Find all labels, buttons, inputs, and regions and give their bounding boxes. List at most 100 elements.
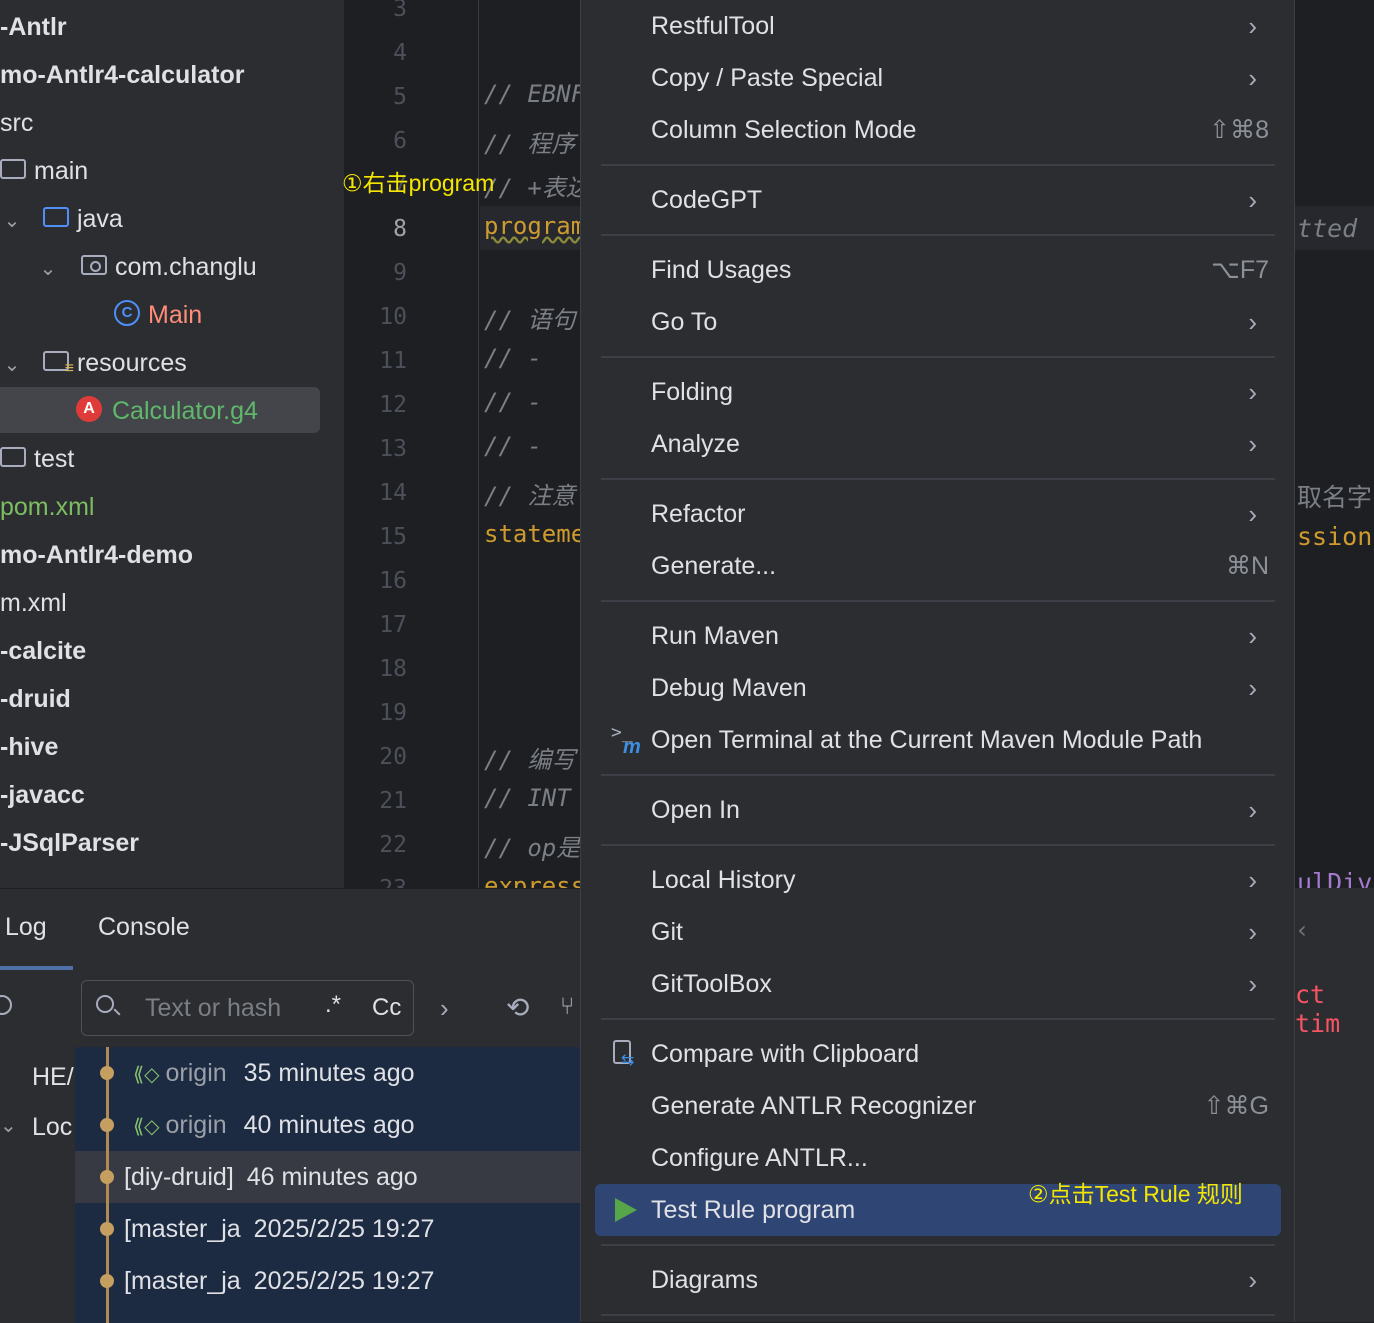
chevron-down-icon[interactable]: ⌄ bbox=[36, 245, 60, 293]
chevron-left-icon[interactable]: ‹ bbox=[1295, 916, 1309, 944]
tree-item-druid[interactable]: -druid bbox=[0, 675, 71, 723]
git-log-panel: Log Console Text or hash .* Cc › ⟲ ⑂ HE/… bbox=[0, 888, 580, 1323]
menu-item-label: Local History bbox=[651, 866, 796, 894]
menu-item-git[interactable]: Git › bbox=[595, 906, 1281, 958]
code-comment[interactable]: // - bbox=[484, 344, 542, 372]
tree-item-xml[interactable]: m.xml bbox=[0, 579, 67, 627]
tree-item-jsqlparser[interactable]: -JSqlParser bbox=[0, 819, 139, 867]
branch-local[interactable]: Loc bbox=[32, 1113, 72, 1142]
tree-item-main[interactable]: main bbox=[0, 147, 88, 195]
branch-icon[interactable]: ⑂ bbox=[560, 993, 574, 1021]
code-comment[interactable]: // +表达 bbox=[484, 168, 580, 203]
menu-item-generate[interactable]: Generate... ⌘N bbox=[595, 540, 1281, 592]
menu-item-analyze[interactable]: Analyze › bbox=[595, 418, 1281, 470]
menu-item-diagrams[interactable]: Diagrams › bbox=[595, 1254, 1281, 1306]
menu-item-restfultool[interactable]: RestfulTool › bbox=[595, 0, 1281, 52]
tree-item-antlr[interactable]: -Antlr bbox=[0, 3, 67, 51]
menu-item-column-selection-mode[interactable]: Column Selection Mode ⇧⌘8 bbox=[595, 104, 1281, 156]
menu-item-local-history[interactable]: Local History › bbox=[595, 854, 1281, 906]
tree-item-java[interactable]: ⌄ java bbox=[0, 195, 123, 243]
log-search-field[interactable]: Text or hash .* Cc bbox=[81, 980, 414, 1036]
menu-item-go-to[interactable]: Go To › bbox=[595, 296, 1281, 348]
code-rule[interactable]: express bbox=[484, 872, 580, 888]
menu-separator bbox=[601, 478, 1275, 480]
refresh-icon[interactable]: ⟲ bbox=[506, 991, 529, 1024]
chevron-right-icon: › bbox=[1248, 377, 1257, 407]
commit-row[interactable]: [diy-druid] 46 minutes ago bbox=[75, 1151, 580, 1203]
tree-item-antlr4-demo[interactable]: mo-Antlr4-demo bbox=[0, 531, 193, 579]
resources-folder-icon bbox=[42, 351, 74, 377]
menu-item-open-in[interactable]: Open In › bbox=[595, 784, 1281, 836]
line-number: 11 bbox=[379, 348, 407, 374]
regex-toggle[interactable]: .* bbox=[325, 991, 341, 1019]
menu-item-compare-with-clipboard[interactable]: Compare with Clipboard ⇆ bbox=[595, 1028, 1281, 1080]
code-comment[interactable]: // 程序 bbox=[484, 124, 575, 159]
menu-item-folding[interactable]: Folding › bbox=[595, 366, 1281, 418]
code-editor[interactable]: // EBNF // 程序 // +表达 program // 语句 // - // - //… bbox=[480, 0, 580, 888]
code-comment[interactable]: // INT bbox=[484, 784, 571, 812]
menu-separator bbox=[601, 234, 1275, 236]
tab-log[interactable]: Log bbox=[5, 913, 47, 942]
commit-row[interactable]: [master_ja 2025/2/25 19:27 bbox=[75, 1203, 580, 1255]
menu-item-label: Go To bbox=[651, 308, 718, 336]
code-comment[interactable]: // - bbox=[484, 388, 542, 416]
code-comment[interactable]: // - bbox=[484, 432, 542, 460]
menu-item-copy-paste-special[interactable]: Copy / Paste Special › bbox=[595, 52, 1281, 104]
tree-item-package[interactable]: ⌄ com.changlu bbox=[36, 243, 257, 291]
editor-right-fragment: tted 取名字 ssion ulDiv ‹ ct tim bbox=[1295, 0, 1374, 1322]
chevron-down-icon[interactable]: ⌄ bbox=[0, 1113, 17, 1138]
menu-item-codegpt[interactable]: CodeGPT › bbox=[595, 174, 1281, 226]
code-rule[interactable]: statement bbox=[484, 520, 580, 548]
menu-item-label: Open Terminal at the Current Maven Modul… bbox=[651, 726, 1203, 754]
code-rule[interactable]: program bbox=[484, 212, 580, 240]
active-tab-indicator bbox=[0, 966, 73, 970]
tree-item-pom[interactable]: pom.xml bbox=[0, 483, 94, 531]
tree-item-antlr4-calculator[interactable]: mo-Antlr4-calculator bbox=[0, 51, 244, 99]
tree-item-test[interactable]: test bbox=[0, 435, 74, 483]
branch-head[interactable]: HE/ bbox=[32, 1063, 74, 1092]
match-case-toggle[interactable]: Cc bbox=[372, 994, 401, 1022]
menu-item-label: Analyze bbox=[651, 430, 740, 458]
menu-item-find-usages[interactable]: Find Usages ⌥F7 bbox=[595, 244, 1281, 296]
tree-item-hive[interactable]: -hive bbox=[0, 723, 58, 771]
line-number: 21 bbox=[379, 788, 407, 814]
commit-node bbox=[100, 1066, 114, 1080]
package-icon bbox=[80, 255, 107, 276]
menu-item-debug-maven[interactable]: Debug Maven › bbox=[595, 662, 1281, 714]
tree-item-javacc[interactable]: -javacc bbox=[0, 771, 85, 819]
menu-separator bbox=[601, 1314, 1275, 1316]
code-comment[interactable]: // 注意 bbox=[484, 476, 575, 511]
code-comment[interactable]: // op是 bbox=[484, 828, 580, 863]
chevron-down-icon[interactable]: ⌄ bbox=[0, 197, 24, 245]
chevron-right-icon: › bbox=[1248, 499, 1257, 529]
menu-item-run-maven[interactable]: Run Maven › bbox=[595, 610, 1281, 662]
menu-item-refactor[interactable]: Refactor › bbox=[595, 488, 1281, 540]
tree-item-resources[interactable]: ⌄ resources bbox=[0, 339, 187, 387]
line-number: 15 bbox=[379, 524, 407, 550]
search-icon[interactable] bbox=[0, 995, 12, 1015]
tree-item-calcite[interactable]: -calcite bbox=[0, 627, 86, 675]
tab-console[interactable]: Console bbox=[98, 913, 190, 942]
tree-item-main-class[interactable]: C Main bbox=[114, 291, 202, 339]
chevron-down-icon[interactable]: ⌄ bbox=[0, 341, 24, 389]
menu-separator bbox=[601, 600, 1275, 602]
code-comment[interactable]: // 语句 bbox=[484, 300, 575, 335]
panel-background bbox=[1295, 888, 1374, 1322]
commit-row[interactable]: ⟪◇ origin 40 minutes ago bbox=[75, 1099, 580, 1151]
menu-item-label: Refactor bbox=[651, 500, 746, 528]
chevron-right-icon: › bbox=[1248, 429, 1257, 459]
menu-item-generate-antlr-recognizer[interactable]: Generate ANTLR Recognizer ⇧⌘G bbox=[595, 1080, 1281, 1132]
context-menu: RestfulTool › Copy / Paste Special › Column … bbox=[580, 0, 1295, 1322]
tree-item-src[interactable]: src bbox=[0, 99, 33, 147]
menu-item-open-terminal-at-the-current-maven-module-path[interactable]: Open Terminal at the Current Maven Modul… bbox=[595, 714, 1281, 766]
menu-item-gittoolbox[interactable]: GitToolBox › bbox=[595, 958, 1281, 1010]
line-number: 5 bbox=[393, 84, 407, 110]
code-comment[interactable]: // EBNF bbox=[484, 80, 580, 108]
commit-row[interactable]: [master_ja 2025/2/25 19:27 bbox=[75, 1255, 580, 1307]
line-number: 14 bbox=[379, 480, 407, 506]
chevron-right-icon[interactable]: › bbox=[440, 993, 449, 1024]
menu-item-label: Run Maven bbox=[651, 622, 779, 650]
code-comment[interactable]: // 编写 bbox=[484, 740, 575, 775]
commit-row[interactable]: ⟪◇ origin 35 minutes ago bbox=[75, 1047, 580, 1099]
tree-item-calculator-g4[interactable]: A Calculator.g4 bbox=[76, 387, 258, 435]
